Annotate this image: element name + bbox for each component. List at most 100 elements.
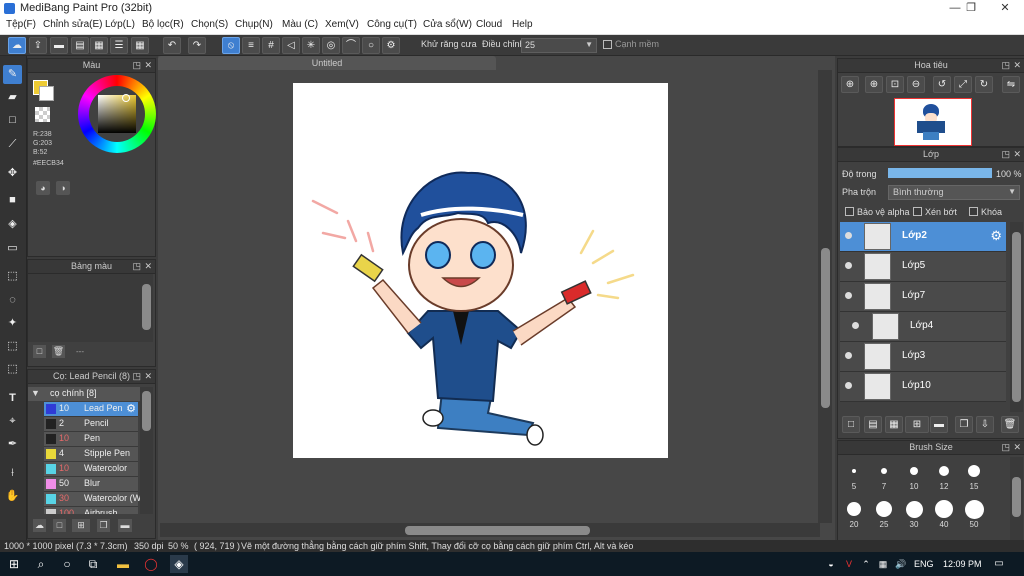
menu-view[interactable]: Xem(V) — [325, 19, 359, 30]
zoom-fit-icon[interactable]: ⊕ — [841, 76, 859, 93]
undock-icon[interactable]: ◳ — [132, 59, 141, 72]
eraser-tool-icon[interactable]: ▰ — [3, 88, 22, 107]
menu-filter[interactable]: Bộ lọc(R) — [142, 19, 184, 30]
folder-icon[interactable]: ▬ — [118, 519, 132, 532]
palette-list[interactable] — [28, 274, 140, 342]
new-icon[interactable]: ▤ — [71, 37, 89, 54]
undock-icon[interactable]: ◳ — [132, 260, 141, 273]
brush-size-cell[interactable]: 12 — [930, 459, 958, 491]
close-button[interactable]: ✕ — [988, 0, 1022, 17]
undock-icon[interactable]: ◳ — [1001, 59, 1010, 72]
fit-screen-icon[interactable]: ⤢ — [954, 76, 972, 93]
brush-item[interactable]: 30 Watercolor (W — [44, 492, 140, 507]
share-icon[interactable]: ⇪ — [29, 37, 47, 54]
undock-icon[interactable]: ◳ — [1001, 148, 1010, 161]
operation-tool-icon[interactable]: ⌖ — [3, 412, 22, 431]
correction-select[interactable]: 25 ▼ — [521, 38, 597, 53]
brush-item[interactable]: 10 Watercolor — [44, 462, 138, 477]
navigator-preview[interactable] — [894, 98, 972, 146]
eye-icon[interactable] — [845, 232, 852, 239]
list-icon[interactable]: ☰ — [110, 37, 128, 54]
menu-edit[interactable]: Chỉnh sửa(E) — [43, 19, 103, 30]
brush-size-cell[interactable]: 30 — [900, 497, 928, 529]
opera-icon[interactable]: ◯ — [142, 555, 160, 573]
move-tool-icon[interactable]: ✥ — [3, 164, 22, 183]
close-icon[interactable]: ✕ — [1013, 441, 1021, 454]
brush-item[interactable]: 2 Pencil — [44, 417, 138, 432]
opacity-slider[interactable] — [888, 168, 992, 178]
menu-select[interactable]: Chọn(S) — [191, 19, 228, 30]
brush-size-cell[interactable]: 25 — [870, 497, 898, 529]
menu-capture[interactable]: Chụp(N) — [235, 19, 273, 30]
close-icon[interactable]: ✕ — [1013, 148, 1021, 161]
new-layer-icon[interactable]: □ — [842, 416, 860, 433]
eye-icon[interactable] — [845, 352, 852, 359]
close-icon[interactable]: ✕ — [144, 370, 152, 383]
gear-icon[interactable]: ⚙ — [990, 228, 1002, 244]
close-icon[interactable]: ✕ — [1013, 59, 1021, 72]
select-rect-tool-icon[interactable]: ⬚ — [3, 267, 22, 286]
vertical-scrollbar[interactable] — [818, 70, 832, 523]
zoom-actual-icon[interactable]: ⊡ — [886, 76, 904, 93]
close-icon[interactable]: ✕ — [144, 260, 152, 273]
brush-size-cell[interactable]: 20 — [840, 497, 868, 529]
zoom-in-icon[interactable]: ⊕ — [865, 76, 883, 93]
layer-row[interactable]: Lớp7 — [840, 282, 1006, 312]
text-tool-icon[interactable]: T — [3, 389, 22, 408]
add-layer-menu-icon[interactable]: ⊞ — [905, 416, 929, 433]
delete-icon[interactable]: 🗑 — [52, 345, 65, 358]
brush-item[interactable]: 50 Blur — [44, 477, 138, 492]
tray-icon[interactable]: ⌃ — [857, 555, 875, 573]
rotate-left-icon[interactable]: ↺ — [933, 76, 951, 93]
gradient-tool-icon[interactable]: ▭ — [3, 239, 22, 258]
fill-rect-tool-icon[interactable]: ■ — [3, 191, 22, 210]
menu-tools[interactable]: Công cụ(T) — [367, 19, 417, 30]
delete-icon[interactable]: 🗑 — [1001, 416, 1019, 433]
brush-size-cell[interactable]: 7 — [870, 459, 898, 491]
maximize-button[interactable]: ❐ — [954, 0, 988, 17]
chat-icon[interactable]: ◒ — [822, 555, 840, 573]
curve-snap-icon[interactable]: ⌒ — [342, 37, 360, 54]
comment-icon[interactable]: ▬ — [50, 37, 68, 54]
brush-item[interactable]: 100 Airbrush — [44, 507, 138, 514]
saturation-square[interactable] — [98, 95, 136, 133]
menu-window[interactable]: Cửa sổ(W) — [423, 19, 472, 30]
file-explorer-icon[interactable]: ▬ — [114, 555, 132, 573]
menu-layer[interactable]: Lớp(L) — [105, 19, 135, 30]
medibang-icon[interactable]: ◈ — [170, 555, 188, 573]
brush-size-scrollbar[interactable] — [1010, 457, 1023, 541]
zoom-out-icon[interactable]: ⊖ — [907, 76, 925, 93]
merge-down-icon[interactable]: ⇩ — [976, 416, 994, 433]
add-brush-icon[interactable]: ⊞ — [72, 519, 90, 532]
cortana-icon[interactable]: ○ — [58, 555, 76, 573]
color-picker-handle[interactable] — [122, 94, 130, 102]
blend-select[interactable]: Bình thường ▼ — [888, 185, 1020, 200]
dot-tool-icon[interactable]: □ — [3, 111, 22, 130]
brush-group[interactable]: ▼ cọ chính [8] — [28, 387, 140, 401]
search-icon[interactable]: ⌕ — [32, 555, 50, 573]
undock-icon[interactable]: ◳ — [132, 370, 141, 383]
brush-cloud-icon[interactable]: ☁ — [33, 519, 46, 532]
language-indicator[interactable]: ENG — [914, 559, 934, 569]
smooth-checkbox[interactable] — [603, 40, 612, 49]
ellipse-snap-icon[interactable]: ○ — [362, 37, 380, 54]
protect-alpha-checkbox[interactable] — [845, 207, 854, 216]
select-pen-tool-icon[interactable]: ⬚ — [3, 337, 22, 356]
layer-row[interactable]: Lớp3 — [840, 342, 1006, 372]
palette-icon[interactable]: ◕ — [36, 181, 50, 195]
snap-off-icon[interactable]: ⦸ — [222, 37, 240, 54]
menu-help[interactable]: Help — [512, 19, 533, 30]
copy-brush-icon[interactable]: ❐ — [97, 519, 110, 532]
folder-icon[interactable]: ▬ — [930, 416, 948, 433]
undock-icon[interactable]: ◳ — [1001, 441, 1010, 454]
brush-size-cell[interactable]: 15 — [960, 459, 988, 491]
transparent-color[interactable] — [35, 107, 50, 122]
clock[interactable]: 12:09 PM — [943, 559, 982, 569]
layer-row[interactable]: Lớp2 ⚙ — [840, 222, 1006, 252]
windows-start-icon[interactable]: ⊞ — [5, 555, 23, 573]
new-brush-icon[interactable]: □ — [53, 519, 66, 532]
new-halftone-layer-icon[interactable]: ▤ — [864, 416, 882, 433]
menu-color[interactable]: Màu (C) — [282, 19, 318, 30]
volume-icon[interactable]: 🔊 — [892, 555, 910, 573]
lasso-tool-icon[interactable]: ◌ — [3, 291, 22, 310]
